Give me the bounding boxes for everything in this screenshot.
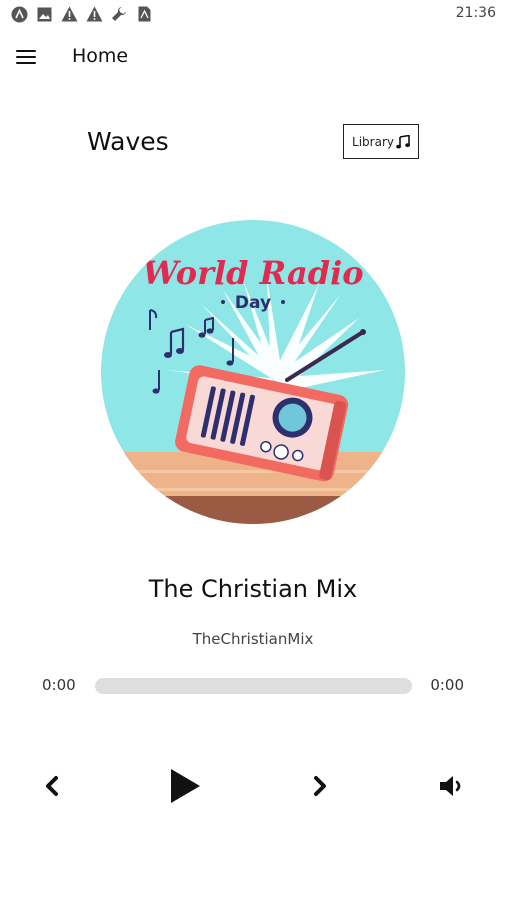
sim-icon xyxy=(135,5,153,23)
library-button[interactable]: Library xyxy=(343,124,419,159)
image-icon xyxy=(35,5,53,23)
play-icon[interactable] xyxy=(160,760,210,812)
artwork-subtitle: Day xyxy=(235,293,271,313)
next-icon[interactable] xyxy=(302,760,338,812)
volume-icon[interactable] xyxy=(434,760,470,812)
page-title: Home xyxy=(72,45,129,67)
status-bar: 21:36 xyxy=(0,0,506,28)
android-icon xyxy=(10,5,28,23)
artwork-title: World Radio xyxy=(142,254,363,292)
warning-icon xyxy=(60,5,78,23)
warning-icon xyxy=(85,5,103,23)
library-label: Library xyxy=(352,134,394,149)
menu-icon[interactable] xyxy=(16,46,40,68)
app-bar: Home xyxy=(0,36,506,78)
music-note-icon xyxy=(396,134,410,149)
previous-icon[interactable] xyxy=(34,760,70,812)
brand-title: Waves xyxy=(87,127,169,156)
current-time: 0:00 xyxy=(42,676,76,694)
track-artist: TheChristianMix xyxy=(192,630,314,648)
status-icons xyxy=(10,5,153,23)
total-time: 0:00 xyxy=(430,676,464,694)
track-title: The Christian Mix xyxy=(148,575,358,603)
wrench-icon xyxy=(110,5,128,23)
playback-controls xyxy=(0,760,506,812)
progress-slider[interactable] xyxy=(95,678,412,694)
album-artwork: World Radio Day xyxy=(101,220,405,524)
status-time: 21:36 xyxy=(455,5,496,21)
